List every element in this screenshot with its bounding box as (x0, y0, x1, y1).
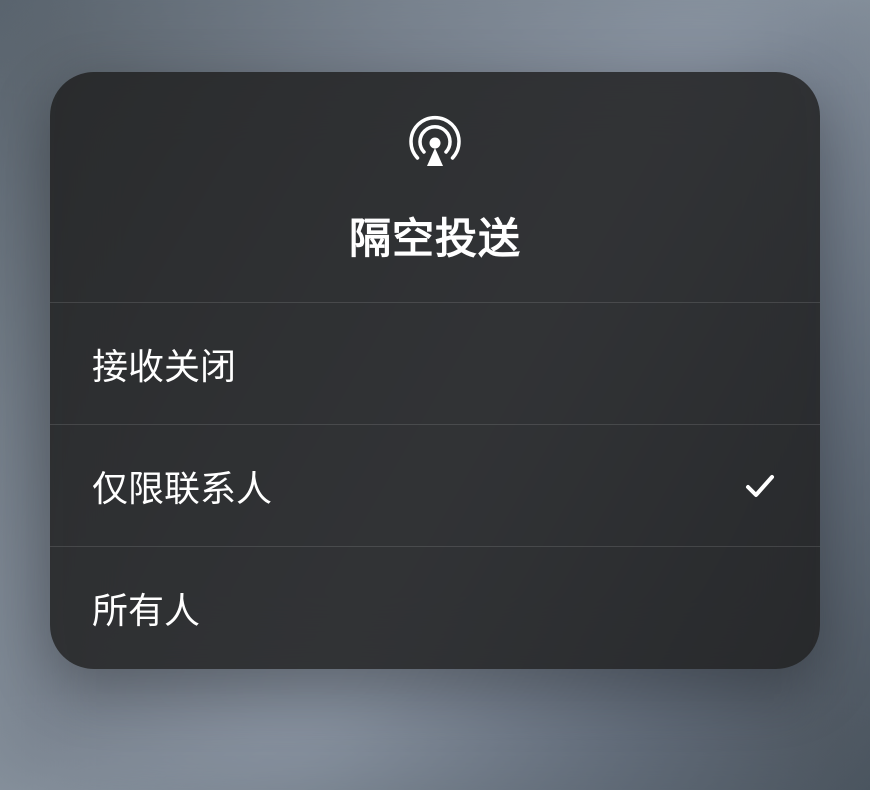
modal-header: 隔空投送 (50, 72, 820, 303)
option-label: 所有人 (92, 582, 200, 634)
airdrop-settings-modal: 隔空投送 接收关闭 仅限联系人 所有人 (50, 72, 820, 669)
modal-title: 隔空投送 (349, 205, 521, 266)
option-label: 仅限联系人 (92, 460, 272, 512)
option-everyone[interactable]: 所有人 (50, 547, 820, 669)
airdrop-icon (404, 110, 466, 177)
option-receiving-off[interactable]: 接收关闭 (50, 303, 820, 425)
option-contacts-only[interactable]: 仅限联系人 (50, 425, 820, 547)
option-label: 接收关闭 (92, 338, 236, 390)
checkmark-icon (742, 468, 778, 504)
